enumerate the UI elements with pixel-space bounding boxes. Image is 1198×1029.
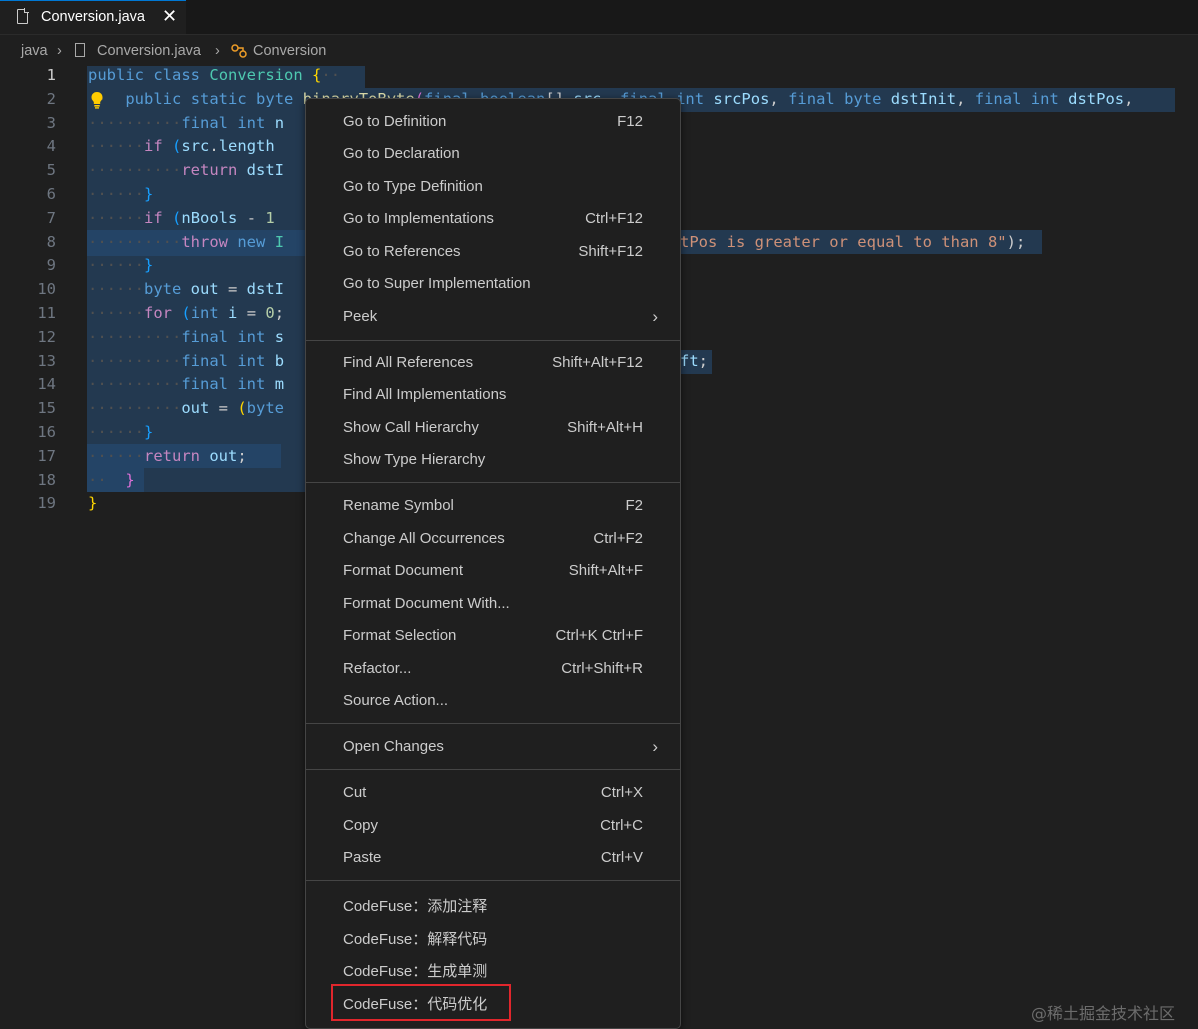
line-number: 18 — [37, 470, 56, 489]
line-number: 6 — [46, 185, 56, 203]
line-number: 15 — [37, 399, 56, 418]
tab-label: Conversion.java — [41, 9, 145, 25]
line-number: 8 — [46, 232, 56, 251]
menu-separator — [306, 723, 680, 724]
menu-item-codefuse-generate-unit-test[interactable]: CodeFuse：生成单测 — [306, 953, 680, 985]
code-line: ··········final int n — [88, 113, 285, 132]
menu-item-go-to-declaration[interactable]: Go to Declaration — [306, 138, 680, 170]
line-number: 12 — [37, 327, 56, 346]
code-line-fragment: ft; — [680, 351, 709, 370]
menu-item-format-document[interactable]: Format Document Shift+Alt+F — [306, 555, 680, 587]
menu-separator — [306, 880, 680, 881]
code-line: ······if (src.length — [88, 137, 275, 156]
code-line: ······} — [88, 185, 154, 203]
line-number: 3 — [46, 113, 56, 132]
code-line: ······if (nBools - 1 — [88, 208, 275, 227]
code-line: public class Conversion {·· — [88, 66, 341, 84]
line-number: 9 — [46, 256, 56, 275]
highlight-box — [331, 984, 511, 1021]
breadcrumb-separator: › — [57, 43, 62, 59]
breadcrumb-item-file[interactable]: Conversion.java — [97, 43, 201, 59]
code-line: ······for (int i = 0; — [88, 304, 285, 322]
line-number: 14 — [37, 375, 56, 394]
tab-conversion-java[interactable]: Conversion.java ✕ — [0, 0, 186, 34]
code-line: ······return out; — [88, 446, 247, 465]
menu-item-copy[interactable]: Copy Ctrl+C — [306, 810, 680, 842]
line-number: 17 — [37, 446, 56, 465]
line-number: 16 — [37, 423, 56, 441]
line-number: 13 — [37, 351, 56, 370]
line-number: 5 — [46, 161, 56, 180]
code-line: ··········out = (byte — [88, 399, 284, 418]
code-line: ··········throw new I — [88, 232, 285, 251]
menu-item-go-to-definition[interactable]: Go to Definition F12 — [306, 106, 680, 138]
breadcrumb-item-java[interactable]: java — [21, 43, 48, 59]
code-line: ··········return dstI — [88, 161, 284, 180]
chevron-right-icon: › — [652, 307, 658, 326]
menu-item-go-to-type-definition[interactable]: Go to Type Definition — [306, 171, 680, 203]
code-line: ······} — [88, 423, 154, 441]
menu-separator — [306, 340, 680, 341]
code-line: ······} — [88, 256, 154, 275]
menu-item-refactor[interactable]: Refactor... Ctrl+Shift+R — [306, 653, 680, 685]
line-number: 2 — [46, 89, 56, 108]
menu-item-open-changes[interactable]: Open Changes › — [306, 731, 680, 763]
menu-item-cut[interactable]: Cut Ctrl+X — [306, 777, 680, 809]
code-line: } — [88, 494, 98, 513]
menu-item-rename-symbol[interactable]: Rename Symbol F2 — [306, 490, 680, 522]
menu-item-peek[interactable]: Peek › — [306, 301, 680, 333]
menu-item-paste[interactable]: Paste Ctrl+V — [306, 842, 680, 874]
code-line: ······byte out = dstI — [88, 280, 284, 299]
context-menu: Go to Definition F12 Go to Declaration G… — [305, 98, 681, 1029]
line-number: 4 — [46, 137, 56, 156]
class-icon — [231, 44, 247, 58]
menu-item-show-call-hierarchy[interactable]: Show Call Hierarchy Shift+Alt+H — [306, 412, 680, 444]
menu-separator — [306, 482, 680, 483]
menu-item-find-all-implementations[interactable]: Find All Implementations — [306, 379, 680, 411]
menu-item-show-type-hierarchy[interactable]: Show Type Hierarchy — [306, 444, 680, 476]
line-number: 11 — [37, 304, 56, 322]
code-line: ··········final int m — [88, 375, 285, 394]
lightbulb-icon[interactable] — [90, 91, 104, 109]
file-icon — [75, 43, 85, 57]
breadcrumb-item-class[interactable]: Conversion — [253, 43, 326, 59]
file-icon — [17, 8, 29, 24]
code-line: ··········final int b — [88, 351, 285, 370]
code-line: ·· } — [88, 470, 135, 489]
breadcrumb: java › Conversion.java › Conversion — [0, 34, 1198, 64]
menu-item-change-all-occurrences[interactable]: Change All Occurrences Ctrl+F2 — [306, 523, 680, 555]
code-line-fragment: tPos is greater or equal to than 8"); — [680, 232, 1026, 251]
line-number: 1 — [46, 66, 56, 84]
menu-item-find-all-references[interactable]: Find All References Shift+Alt+F12 — [306, 347, 680, 379]
menu-item-go-to-implementations[interactable]: Go to Implementations Ctrl+F12 — [306, 203, 680, 235]
breadcrumb-separator: › — [215, 43, 220, 59]
menu-item-go-to-super-implementation[interactable]: Go to Super Implementation — [306, 268, 680, 300]
close-icon[interactable]: ✕ — [162, 6, 177, 27]
editor-tab-bar: Conversion.java ✕ — [0, 0, 1198, 35]
line-number: 7 — [46, 208, 56, 227]
watermark: @稀土掘金技术社区 — [1031, 1004, 1176, 1023]
menu-separator — [306, 769, 680, 770]
code-line: ··········final int s — [88, 327, 285, 346]
menu-item-codefuse-add-comments[interactable]: CodeFuse：添加注释 — [306, 888, 680, 920]
menu-item-format-selection[interactable]: Format Selection Ctrl+K Ctrl+F — [306, 620, 680, 652]
chevron-right-icon: › — [652, 737, 658, 756]
menu-item-codefuse-explain-code[interactable]: CodeFuse：解释代码 — [306, 921, 680, 953]
line-number: 19 — [37, 494, 56, 513]
menu-item-go-to-references[interactable]: Go to References Shift+F12 — [306, 236, 680, 268]
menu-item-source-action[interactable]: Source Action... — [306, 685, 680, 717]
menu-item-format-document-with[interactable]: Format Document With... — [306, 588, 680, 620]
line-number: 10 — [37, 280, 56, 299]
